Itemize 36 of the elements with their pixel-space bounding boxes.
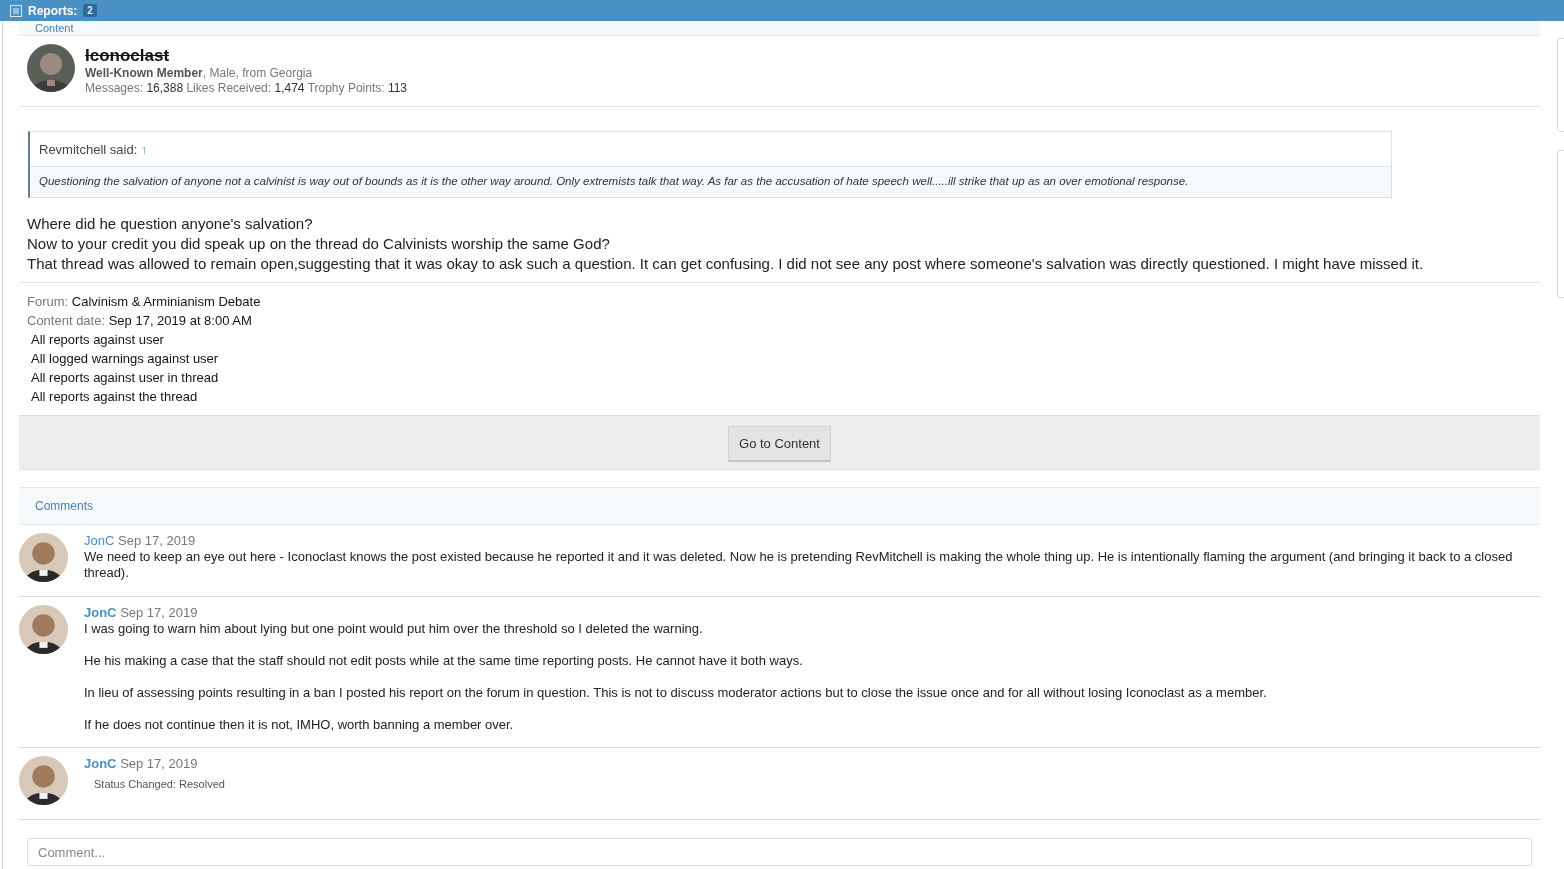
- list-icon: [10, 4, 22, 17]
- section-header: Comments: [19, 487, 1540, 525]
- avatar: [27, 44, 75, 92]
- post-text: That thread was allowed to remain open,suggesting that it was okay to ask such a question. It can get confusing. I did not see any post where someone's salvation was directly questioned. I might have missed it.: [27, 254, 1425, 274]
- comment-date: Sep 17, 2019: [120, 756, 198, 771]
- report-link[interactable]: All reports against user in thread: [27, 368, 1532, 387]
- author-link[interactable]: JonC: [84, 756, 117, 771]
- user-title: Well-Known Member, Male, from Georgia: [85, 66, 314, 81]
- comment-date: Sep 17, 2019: [118, 533, 196, 548]
- comment-text: He his making a case that the staff should not edit posts while at the same time reporting posts. He cannot have it both ways.: [84, 653, 804, 669]
- report-link[interactable]: All logged warnings against user: [27, 349, 1532, 368]
- comment-date: Sep 17, 2019: [120, 605, 198, 620]
- post-text: Now to your credit you did speak up on the thread do Calvinists worship the same God?: [27, 234, 611, 254]
- avatar: [19, 756, 68, 805]
- comment-field[interactable]: Comment...: [27, 838, 1532, 866]
- section-header: Content: [19, 21, 1540, 36]
- count-badge: 2: [83, 4, 97, 17]
- avatar: [19, 533, 68, 582]
- avatar: [19, 605, 68, 654]
- quote-text: Questioning the salvation of anyone not a calvinist is way out of bounds as it is the other way around. Only extremists talk that way. As far as the accusation of hate speech well.....ill strike that up as an over emotional response.: [30, 167, 1391, 197]
- page-title: Reports:: [28, 3, 78, 18]
- user-stats: Messages: 16,388 Likes Received: 1,474 Trophy Points: 113: [85, 81, 408, 96]
- meta-line: Content date: Sep 17, 2019 at 8:00 AM: [27, 312, 253, 330]
- go-to-content-button[interactable]: Go to Content: [728, 425, 831, 462]
- user-name[interactable]: Iconoclast: [85, 46, 408, 66]
- report-link[interactable]: All reports against user: [27, 330, 1532, 349]
- comment-text: In lieu of assessing points resulting in a ban I posted his report on the forum in question. This is not to discuss moderator actions but to close the issue once and for all without losing Iconoclast as a member.: [84, 685, 1268, 701]
- post-text: Where did he question anyone's salvation?: [27, 214, 314, 234]
- comment-text: We need to keep an eye out here - Iconoclast knows the post existed because he reported it and it was deleted. Now he is pretending RevMitchell is making the whole thing up. He is intentionally flaming the argument (and bringing it back to a closed thread).: [84, 549, 1514, 581]
- report-link[interactable]: All reports against the thread: [27, 387, 1532, 406]
- author-link[interactable]: JonC: [84, 533, 115, 548]
- author-link[interactable]: JonC: [84, 605, 117, 620]
- comment-text: If he does not continue then it is not, IMHO, worth banning a member over.: [84, 717, 515, 733]
- comment-text: I was going to warn him about lying but one point would put him over the threshold so I deleted the warning.: [84, 621, 704, 637]
- meta-line: Forum: Calvinism & Arminianism Debate: [27, 293, 262, 311]
- status-change: Status Changed: Resolved: [93, 777, 226, 792]
